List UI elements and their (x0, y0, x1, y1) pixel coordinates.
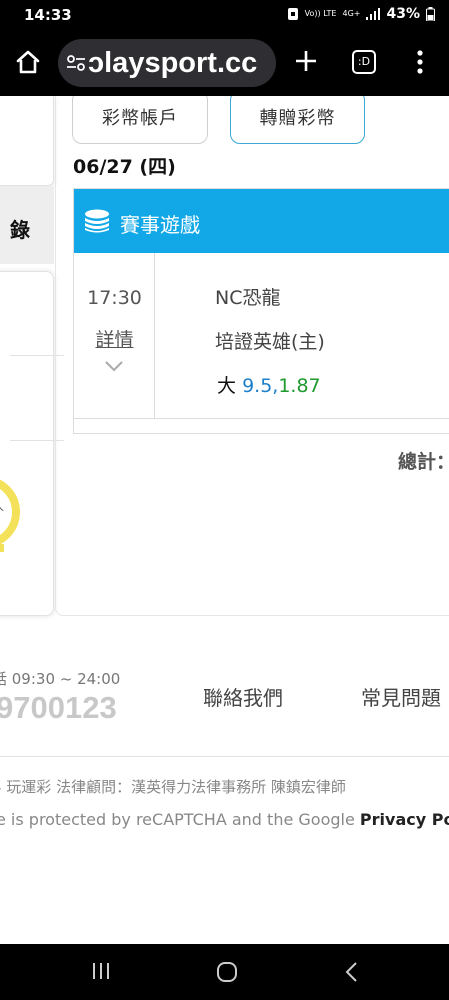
notification-icon (287, 8, 298, 20)
signal-icon (366, 8, 381, 20)
system-nav-bar (0, 944, 449, 1000)
footer-divider (0, 756, 449, 757)
bet-line: 大 9.5,1.87 (217, 371, 321, 398)
total-label: 總計： (398, 451, 449, 473)
game-row: 17:30 詳情 NC恐龍 培證英雄(主) 大 9.5,1.87 (74, 253, 449, 419)
match-time: 17:30 (87, 287, 142, 309)
recent-apps-icon[interactable] (91, 962, 111, 980)
tab-switcher-icon[interactable]: :D (352, 50, 376, 74)
bet-point: 9.5, (242, 375, 279, 397)
coin-stack-icon (85, 209, 109, 233)
site-settings-icon[interactable] (66, 53, 86, 73)
recaptcha-text: e is protected by reCAPTCHA and the Goog… (0, 810, 360, 829)
date-label: 06/27 (四) (73, 156, 176, 178)
bet-odds: 1.87 (278, 375, 321, 397)
legal-advisor-text: 4 玩運彩 法律顧問：漢英得力法律事務所 陳鎮宏律師 (0, 778, 346, 796)
main-panel: 彩幣帳戶 轉贈彩幣 06/27 (四) 賽事遊戲 17:30 詳情 NC恐龍 培… (55, 96, 449, 616)
status-indicators: Vo)) LTE 4G+ 43% (287, 6, 435, 22)
contact-us-link[interactable]: 聯絡我們 (203, 682, 283, 711)
url-text[interactable]: ɔlaysport.cc (88, 47, 257, 80)
status-bar: 14:33 Vo)) LTE 4G+ 43% (0, 0, 449, 30)
home-icon[interactable] (14, 48, 42, 76)
away-team: NC恐龍 (215, 287, 281, 309)
browser-toolbar: ɔlaysport.cc :D (0, 30, 449, 96)
game-section-title: 賽事遊戲 (120, 213, 200, 237)
faq-link[interactable]: 常見問題 (361, 682, 441, 711)
home-button-icon[interactable] (216, 961, 238, 983)
sidebar-active-label[interactable]: 錄 (10, 214, 30, 243)
battery-percent: 43% (386, 6, 420, 22)
address-bar[interactable]: ɔlaysport.cc (58, 39, 276, 87)
more-menu-icon[interactable] (412, 48, 428, 76)
lightbulb-icon: 人 (0, 479, 20, 552)
svg-text:人: 人 (0, 500, 4, 513)
page-content: 錄 人 彩幣帳戶 轉贈彩幣 06/27 (四) 賽事遊戲 (0, 96, 449, 944)
service-phone[interactable]: 9700123 (0, 690, 117, 726)
network-4g-label: 4G+ (342, 9, 361, 18)
game-card: 賽事遊戲 17:30 詳情 NC恐龍 培證英雄(主) 大 9.5,1.87 總計… (73, 188, 449, 473)
back-icon[interactable] (344, 961, 358, 983)
chevron-down-icon[interactable] (104, 359, 124, 373)
game-card-header: 賽事遊戲 (74, 189, 449, 253)
status-time: 14:33 (24, 6, 72, 24)
transfer-coins-button[interactable]: 轉贈彩幣 (230, 96, 365, 144)
details-link[interactable]: 詳情 (74, 325, 155, 352)
battery-icon (426, 7, 435, 21)
time-column: 17:30 詳情 (74, 253, 155, 419)
sidebar-card-top[interactable] (0, 96, 54, 186)
privacy-policy-link[interactable]: Privacy Poli (360, 810, 449, 829)
home-team: 培證英雄(主) (215, 331, 325, 353)
network-lte-label: Vo)) LTE (304, 9, 337, 18)
service-hours: 話 09:30 ~ 24:00 (0, 670, 121, 688)
new-tab-icon[interactable] (293, 48, 319, 74)
recaptcha-notice: e is protected by reCAPTCHA and the Goog… (0, 810, 449, 829)
bet-side: 大 (217, 375, 237, 397)
lottery-account-button[interactable]: 彩幣帳戶 (72, 96, 208, 144)
